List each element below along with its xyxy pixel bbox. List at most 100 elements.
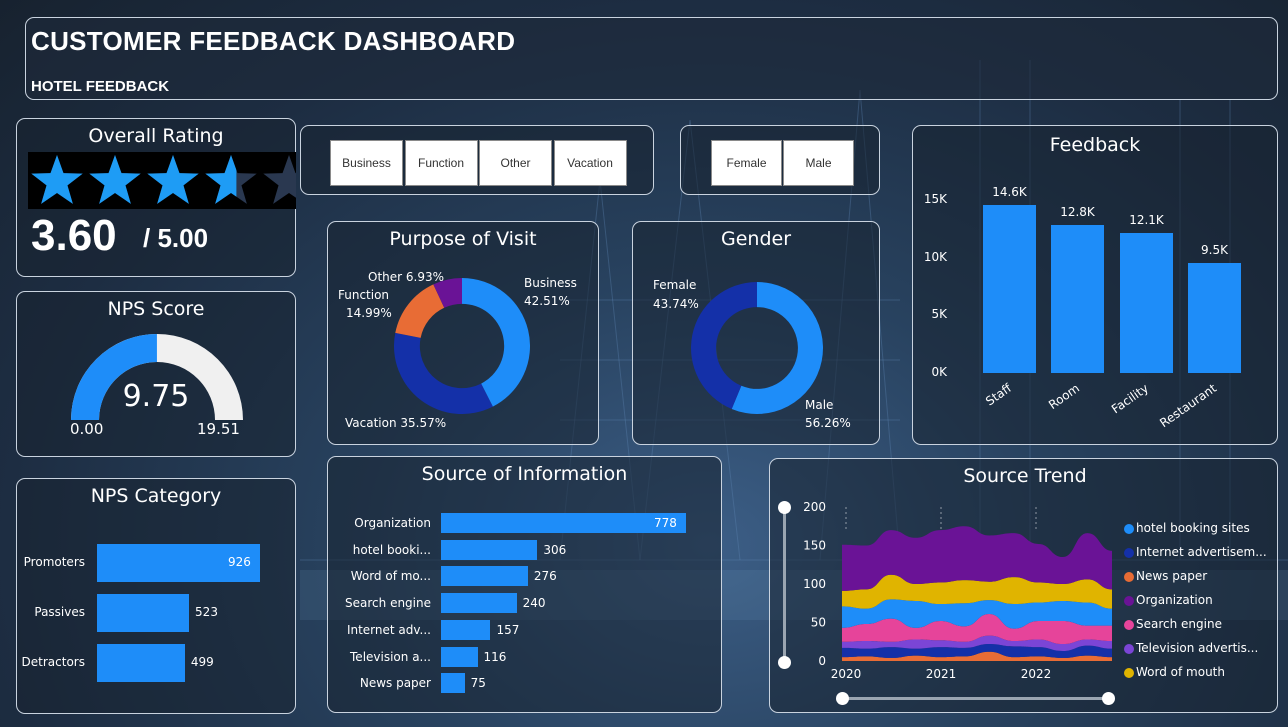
source-info-bar[interactable] (441, 619, 491, 640)
feedback-bar-label: 14.6K (992, 184, 1027, 199)
nps-category-value: 523 (195, 605, 218, 619)
feedback-y-tick: 15K (923, 192, 947, 206)
source-info-label: hotel booki... (352, 542, 431, 557)
feedback-y-tick: 5K (931, 307, 947, 322)
purpose-label-function-pct: 14.99% (346, 306, 392, 320)
source-info-bar[interactable] (441, 673, 465, 694)
purpose-label-business-name: Business (524, 276, 577, 290)
source-info-bar[interactable] (441, 593, 517, 614)
gender-card: Gender Female 43.74% Male 56.26% (632, 221, 880, 445)
feedback-y-tick: 10K (923, 249, 947, 264)
legend-label[interactable]: Internet advertisem... (1136, 545, 1267, 559)
source-info-label: Search engine (345, 596, 431, 611)
trend-y-tick: 50 (811, 616, 826, 630)
source-info-value: 240 (522, 596, 546, 611)
source-info-value: 157 (496, 622, 520, 637)
source-trend-card: Source Trend 200 150 100 50 0 2020 2021 2022 ho… (769, 458, 1278, 713)
star-rating (28, 152, 296, 209)
feedback-bar-label: 12.8K (1060, 205, 1095, 220)
slicer-option-other[interactable]: Other (479, 140, 552, 186)
legend-dot (1124, 644, 1134, 654)
legend-dot (1124, 548, 1134, 558)
feedback-bar-facility[interactable] (1120, 233, 1173, 373)
trend-y-tick: 0 (818, 654, 826, 668)
source-info-value: 778 (654, 516, 677, 530)
source-info-card: Source of Information Organization 778 hot… (327, 456, 722, 713)
trend-y-tick: 200 (803, 500, 826, 514)
legend-dot (1124, 572, 1134, 582)
purpose-label-business-pct: 42.51% (524, 294, 570, 308)
feedback-x-tick: Restaurant (1156, 381, 1219, 431)
legend-label[interactable]: Search engine (1136, 617, 1222, 631)
gender-label-female-pct: 43.74% (653, 297, 699, 311)
legend-dot (1124, 668, 1134, 678)
nps-category-title: NPS Category (90, 485, 222, 507)
purpose-slice-vacation[interactable] (394, 332, 493, 414)
source-info-label: Internet adv... (346, 622, 431, 637)
nps-gauge-min: 0.00 (70, 420, 104, 438)
gender-label-male-pct: 56.26% (805, 416, 851, 430)
legend-label[interactable]: Television advertis... (1136, 641, 1258, 655)
legend-label[interactable]: News paper (1136, 569, 1207, 583)
nps-category-value: 926 (228, 555, 251, 569)
feedback-y-tick: 0K (931, 365, 947, 379)
legend-label[interactable]: Organization (1136, 593, 1213, 607)
feedback-bar-label: 12.1K (1129, 213, 1164, 228)
nps-score-title: NPS Score (107, 298, 205, 320)
nps-category-label: Promoters (23, 555, 85, 569)
feedback-x-tick: Room (1045, 381, 1082, 413)
purpose-of-visit-title: Purpose of Visit (389, 228, 537, 250)
dashboard-subtitle: HOTEL FEEDBACK (31, 78, 170, 95)
legend-dot (1124, 596, 1134, 606)
trend-y-tick: 100 (803, 577, 826, 591)
source-info-bar[interactable] (441, 646, 478, 667)
source-info-value: 306 (543, 542, 567, 557)
feedback-title: Feedback (1049, 134, 1141, 156)
trend-y-tick: 150 (803, 539, 826, 553)
overall-rating-card: Overall Rating 3.60 / 5.00 (16, 118, 296, 277)
header-panel: CUSTOMER FEEDBACK DASHBOARD HOTEL FEEDBA… (25, 17, 1278, 100)
feedback-bar-restaurant[interactable] (1188, 263, 1241, 373)
nps-score-value: 9.75 (122, 379, 190, 414)
gender-title: Gender (720, 228, 792, 250)
nps-category-value: 499 (190, 655, 214, 669)
purpose-label-other: Other 6.93% (368, 270, 445, 284)
nps-category-bar[interactable] (97, 594, 190, 632)
nps-category-label: Detractors (21, 655, 85, 669)
source-info-title: Source of Information (421, 463, 628, 485)
slicer-option-business[interactable]: Business (330, 140, 403, 186)
source-info-label: Television a... (350, 649, 431, 664)
rating-value: 3.60 (31, 211, 117, 260)
slicer-option-vacation[interactable]: Vacation (553, 140, 627, 186)
slicer-option-female[interactable]: Female (711, 140, 782, 186)
source-info-bar[interactable] (441, 539, 538, 560)
nps-gauge-max: 19.51 (197, 420, 240, 438)
source-info-value: 276 (533, 569, 557, 584)
nps-category-bar[interactable] (97, 644, 185, 682)
dashboard-title: CUSTOMER FEEDBACK DASHBOARD (31, 26, 516, 56)
feedback-bar-staff[interactable] (983, 204, 1036, 373)
source-info-value: 75 (470, 676, 486, 691)
trend-x-tick: 2020 (831, 667, 862, 681)
slicer-option-male[interactable]: Male (783, 140, 854, 186)
source-info-bar[interactable] (441, 566, 528, 587)
gender-slicer: Female Male (680, 125, 880, 195)
legend-label[interactable]: hotel booking sites (1136, 521, 1250, 535)
legend-dot (1124, 524, 1134, 534)
purpose-label-function-name: Function (338, 288, 390, 302)
nps-category-card: NPS Category Promoters 926 Passives 523 Detr… (16, 478, 296, 714)
purpose-of-visit-card: Purpose of Visit Other 6.93% Function 14… (327, 221, 599, 445)
rating-max: / 5.00 (143, 223, 209, 253)
nps-category-label: Passives (34, 605, 85, 619)
source-info-bar[interactable] (441, 513, 686, 533)
trend-x-tick: 2021 (926, 667, 957, 681)
legend-label[interactable]: Word of mouth (1136, 665, 1225, 679)
source-info-label: Organization (354, 516, 431, 530)
source-info-label: News paper (359, 676, 431, 691)
feedback-bar-room[interactable] (1051, 225, 1104, 373)
legend-dot (1124, 620, 1134, 630)
purpose-slice-function[interactable] (395, 284, 445, 338)
nps-score-card: NPS Score 9.75 0.00 19.51 (16, 291, 296, 457)
feedback-x-tick: Facility (1108, 381, 1151, 417)
slicer-option-function[interactable]: Function (404, 140, 478, 186)
